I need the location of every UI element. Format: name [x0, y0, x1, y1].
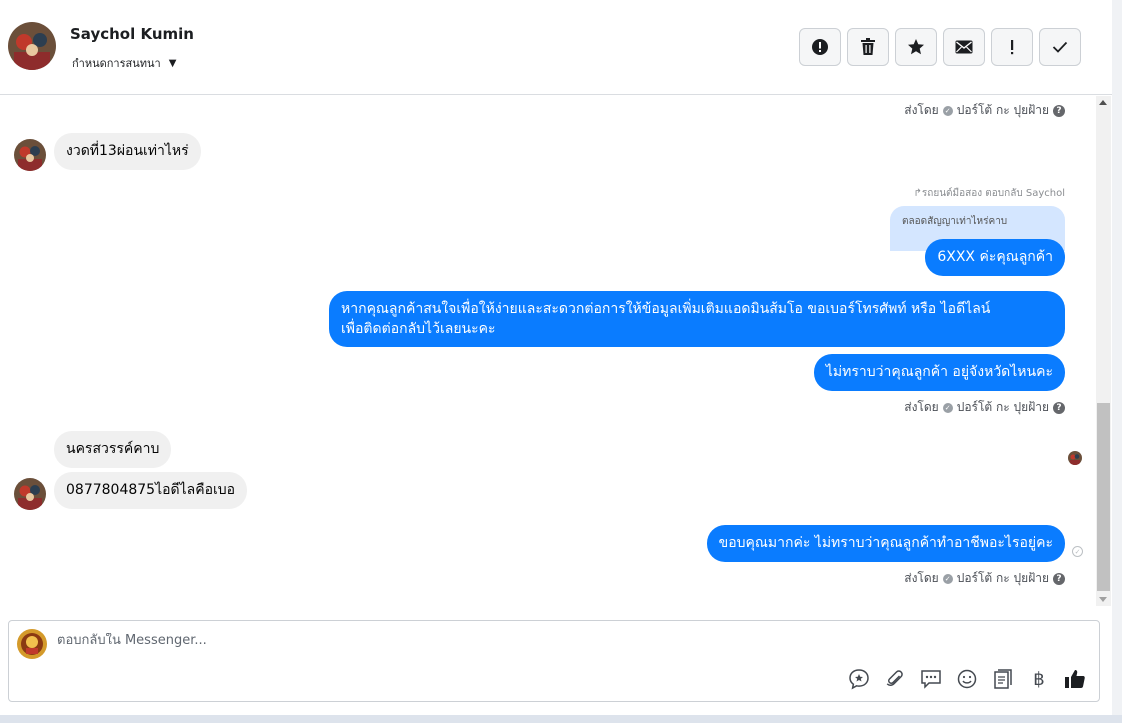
message-line: เพื่อติดต่อกลับไว้เลยนะคะ: [341, 321, 496, 337]
star-icon: [908, 39, 924, 55]
paperclip-icon: [886, 670, 903, 686]
alert-circle-icon: [812, 39, 828, 55]
contact-name[interactable]: Saychol Kumin: [70, 25, 194, 43]
star-button[interactable]: [895, 28, 937, 66]
conversation-panel: Saychol Kumin กำหนดการสนทนา ▼ ส่งโดย ✓ ป…: [0, 0, 1112, 715]
thumbs-up-icon: [1065, 670, 1085, 688]
baht-icon: ฿: [1033, 668, 1045, 690]
reply-composer: ฿: [8, 620, 1100, 702]
scroll-thumb[interactable]: [1097, 403, 1110, 591]
trash-icon: [861, 38, 875, 55]
envelope-icon: [955, 40, 973, 54]
outgoing-message[interactable]: ไม่ทราบว่าคุณลูกค้า อยู่จังหวัดไหนคะ: [813, 354, 1065, 391]
chat-bubble-icon: [921, 670, 941, 689]
conversation-toolbar: [799, 28, 1081, 66]
seen-by-avatar: [1068, 451, 1082, 465]
delivered-check-icon: ✓: [1072, 546, 1083, 557]
sent-by-agent: ปอร์โต้ กะ ปุยฝ้าย: [956, 400, 1049, 414]
outgoing-message[interactable]: 6XXX ค่ะคุณลูกค้า: [925, 239, 1065, 276]
bottom-strip: [0, 715, 1122, 723]
sent-by-info: ส่งโดย ✓ ปอร์โต้ กะ ปุยฝ้าย ?: [904, 398, 1065, 417]
outgoing-message[interactable]: หากคุณลูกค้าสนใจเพื่อให้ง่ายและสะดวกต่อก…: [329, 291, 1065, 347]
right-gutter: [1112, 0, 1122, 723]
composer-actions: ฿: [847, 667, 1087, 691]
help-icon[interactable]: ?: [1053, 401, 1065, 414]
smiley-icon: [957, 669, 977, 689]
sent-by-info: ส่งโดย ✓ ปอร์โต้ กะ ปุยฝ้าย ?: [904, 569, 1065, 588]
contact-avatar[interactable]: [8, 22, 56, 70]
message-line: หากคุณลูกค้าสนใจเพื่อให้ง่ายและสะดวกต่อก…: [341, 301, 991, 317]
catalog-button[interactable]: [991, 667, 1015, 691]
verified-check-icon: ✓: [942, 402, 953, 413]
sent-by-info: ส่งโดย ✓ ปอร์โต้ กะ ปุยฝ้าย ?: [904, 101, 1065, 120]
caret-down-icon: ▼: [168, 57, 177, 69]
contact-message-avatar[interactable]: [14, 139, 46, 171]
verified-check-icon: ✓: [942, 105, 953, 116]
scroll-up-arrow-icon[interactable]: [1099, 100, 1107, 105]
saved-reply-star-icon: [849, 669, 869, 690]
incoming-message[interactable]: 0877804875ไอดีไลคือเบอ: [54, 472, 248, 509]
sent-by-agent: ปอร์โต้ กะ ปุยฝ้าย: [956, 571, 1049, 585]
verified-check-icon: ✓: [942, 573, 953, 584]
conversation-settings-label: กำหนดการสนทนา: [72, 57, 161, 70]
emoji-button[interactable]: [955, 667, 979, 691]
message-scrollbar[interactable]: [1096, 96, 1111, 606]
contact-message-avatar[interactable]: [14, 478, 46, 510]
reply-note: ↱รถยนต์มือสอง ตอบกลับ Saychol: [913, 188, 1065, 199]
help-icon[interactable]: ?: [1053, 104, 1065, 117]
book-icon: [994, 669, 1012, 689]
sent-by-agent: ปอร์โต้ กะ ปุยฝ้าย: [956, 103, 1049, 117]
check-icon: [1052, 41, 1068, 53]
conversation-settings-dropdown[interactable]: กำหนดการสนทนา ▼: [72, 54, 176, 72]
incoming-message[interactable]: งวดที่13ผ่อนเท่าไหร่: [54, 133, 201, 170]
sent-by-label: ส่งโดย: [904, 103, 939, 117]
report-button[interactable]: [799, 28, 841, 66]
reply-input[interactable]: [57, 633, 757, 648]
incoming-message[interactable]: นครสวรรค์คาบ: [54, 431, 172, 468]
exclamation-icon: [1011, 40, 1014, 55]
outgoing-message[interactable]: ขอบคุณมากค่ะ ไม่ทราบว่าคุณลูกค้าทำอาชีพอ…: [706, 525, 1065, 562]
sent-by-label: ส่งโดย: [904, 571, 939, 585]
delete-button[interactable]: [847, 28, 889, 66]
done-button[interactable]: [1039, 28, 1081, 66]
sent-by-label: ส่งโดย: [904, 400, 939, 414]
important-button[interactable]: [991, 28, 1033, 66]
saved-reply-button[interactable]: [847, 667, 871, 691]
message-thread: ส่งโดย ✓ ปอร์โต้ กะ ปุยฝ้าย ? งวดที่13ผ่…: [0, 96, 1095, 606]
conversation-header: Saychol Kumin กำหนดการสนทนา ▼: [0, 0, 1112, 95]
like-button[interactable]: [1063, 667, 1087, 691]
page-avatar: [17, 629, 47, 659]
scroll-down-arrow-icon[interactable]: [1099, 597, 1107, 602]
mark-unread-button[interactable]: [943, 28, 985, 66]
chat-bubble-button[interactable]: [919, 667, 943, 691]
payment-button[interactable]: ฿: [1027, 667, 1051, 691]
help-icon[interactable]: ?: [1053, 572, 1065, 585]
attach-button[interactable]: [883, 667, 907, 691]
